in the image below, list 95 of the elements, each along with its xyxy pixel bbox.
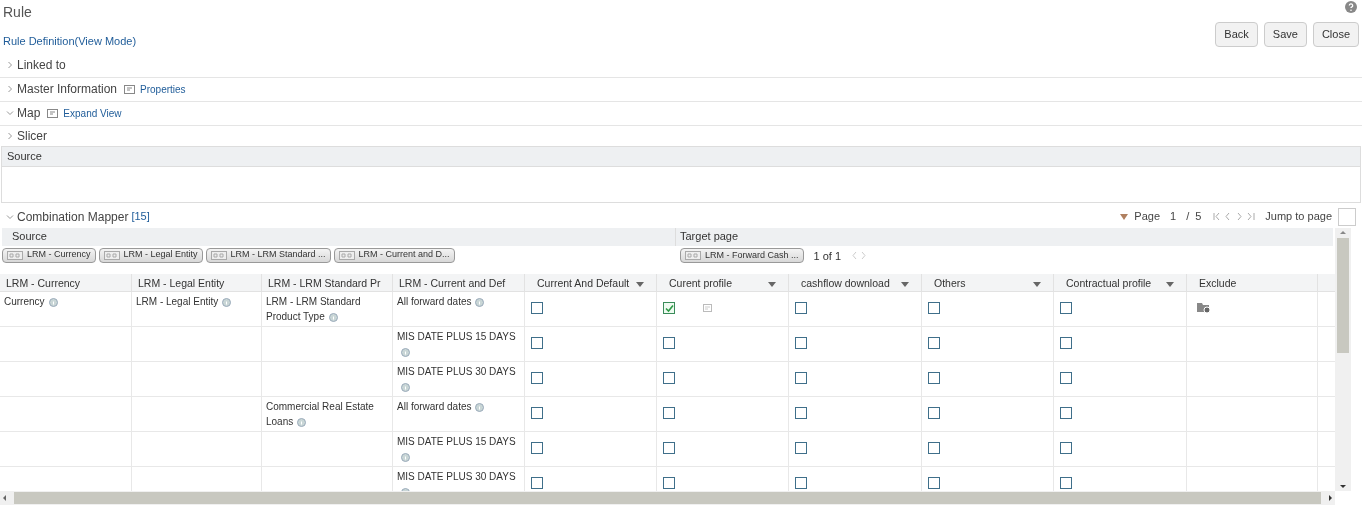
hierarchy-icon xyxy=(685,251,701,261)
column-header[interactable]: cashflow download xyxy=(801,275,890,292)
dropdown-icon[interactable] xyxy=(1033,281,1041,287)
table-cell: MIS DATE PLUS 15 DAYS xyxy=(397,329,520,360)
checkbox[interactable] xyxy=(795,407,807,420)
checkbox[interactable] xyxy=(1060,477,1072,490)
jump-input[interactable] xyxy=(1338,207,1356,226)
hierarchy-icon xyxy=(210,250,227,260)
toolbar-button[interactable]: Close xyxy=(1312,22,1359,47)
checkbox[interactable] xyxy=(795,477,807,490)
column-header[interactable]: LRM - Currency xyxy=(6,275,81,292)
help-icon[interactable] xyxy=(1345,1,1357,13)
column-header[interactable]: LRM - LRM Standard Pr xyxy=(268,275,381,292)
dimension-chip[interactable]: LRM - Legal Entity xyxy=(98,247,203,263)
section-link[interactable]: Properties xyxy=(124,81,186,97)
section-header[interactable]: Map xyxy=(17,104,41,122)
section-header[interactable]: Slicer xyxy=(17,126,47,145)
page-current: 1 xyxy=(1170,209,1177,225)
checkbox[interactable] xyxy=(795,337,807,350)
checkbox[interactable] xyxy=(531,477,543,490)
dropdown-icon[interactable] xyxy=(636,281,644,287)
column-header[interactable]: LRM - Current and Def xyxy=(399,275,506,292)
checkbox[interactable] xyxy=(1060,407,1072,420)
checkbox[interactable] xyxy=(795,372,807,385)
checkbox[interactable] xyxy=(928,337,940,350)
checkbox[interactable] xyxy=(1060,372,1072,385)
table-cell: MIS DATE PLUS 15 DAYS xyxy=(397,434,520,465)
checkbox[interactable] xyxy=(928,302,940,315)
page-separator: / xyxy=(1186,209,1190,225)
checkbox[interactable] xyxy=(795,302,807,315)
checkbox[interactable] xyxy=(663,407,675,420)
checkbox[interactable] xyxy=(1060,302,1072,315)
target-pager: 1 of 1 xyxy=(813,248,842,264)
folder-gear-icon[interactable] xyxy=(1197,302,1211,315)
page-total: 5 xyxy=(1195,209,1202,225)
checkbox[interactable] xyxy=(663,372,675,385)
checkbox[interactable] xyxy=(928,407,940,420)
mode-link[interactable]: Rule Definition(View Mode) xyxy=(3,33,137,50)
checkbox[interactable] xyxy=(928,442,940,455)
page-label: Page xyxy=(1134,209,1161,225)
checkbox[interactable] xyxy=(531,442,543,455)
table-cell-text: LRM - LRM Standard Product Type xyxy=(266,295,362,325)
checkbox[interactable] xyxy=(531,407,543,420)
hierarchy-icon xyxy=(103,250,120,260)
dimension-chip[interactable]: LRM - Forward Cash ... xyxy=(680,248,804,264)
window-icon[interactable] xyxy=(47,108,60,118)
dropdown-icon[interactable] xyxy=(768,281,776,287)
dimension-chip[interactable]: LRM - Currency xyxy=(2,247,96,263)
checkbox[interactable] xyxy=(531,337,543,350)
table-cell: All forward dates xyxy=(397,399,485,415)
panel-title: Source xyxy=(7,148,42,164)
dimension-chip[interactable]: LRM - Current and D... xyxy=(333,247,455,263)
checkbox[interactable] xyxy=(663,477,675,490)
table-cell: MIS DATE PLUS 30 DAYS xyxy=(397,364,520,395)
column-header[interactable]: LRM - Legal Entity xyxy=(138,275,225,292)
page-icon xyxy=(1120,213,1129,220)
table-cell-text: Commercial Real Estate Loans xyxy=(266,400,375,430)
dropdown-icon[interactable] xyxy=(1166,281,1174,287)
hierarchy-icon xyxy=(7,250,23,260)
checkbox[interactable] xyxy=(928,477,940,490)
column-header[interactable]: Exclude xyxy=(1199,275,1237,292)
checkbox[interactable] xyxy=(1060,442,1072,455)
dimension-chip[interactable]: LRM - LRM Standard ... xyxy=(205,247,331,263)
column-header[interactable]: Curent profile xyxy=(669,275,733,292)
hierarchy-icon xyxy=(338,250,355,260)
checkbox[interactable] xyxy=(928,372,940,385)
page-title: Rule xyxy=(3,3,33,22)
toolbar-button[interactable]: Back xyxy=(1215,22,1258,47)
section-link[interactable]: Expand View xyxy=(47,105,122,121)
window-icon[interactable] xyxy=(124,84,137,94)
dropdown-icon[interactable] xyxy=(901,281,909,287)
column-header[interactable]: Current And Default xyxy=(537,275,630,292)
checkbox[interactable] xyxy=(531,372,543,385)
checkbox[interactable] xyxy=(531,302,543,315)
column-header[interactable]: Contractual profile xyxy=(1066,275,1152,292)
toolbar-button[interactable]: Save xyxy=(1263,22,1307,47)
vertical-scrollbar[interactable] xyxy=(1335,227,1351,491)
table-cell: Currency xyxy=(4,294,58,310)
table-cell: All forward dates xyxy=(397,294,485,310)
checkbox[interactable] xyxy=(663,302,675,315)
section-header[interactable]: Linked to xyxy=(17,56,66,74)
table-cell: LRM - Legal Entity xyxy=(136,294,232,310)
checkbox[interactable] xyxy=(1060,337,1072,350)
jump-label: Jump to page xyxy=(1265,209,1332,225)
section-header[interactable]: Combination Mapper xyxy=(17,207,129,226)
checkbox[interactable] xyxy=(663,337,675,350)
section-header[interactable]: Master Information xyxy=(17,80,118,98)
checkbox[interactable] xyxy=(663,442,675,455)
target-label: Target page xyxy=(680,229,739,245)
horizontal-scrollbar[interactable] xyxy=(0,490,1335,505)
source-label: Source xyxy=(12,229,47,245)
checkbox[interactable] xyxy=(795,442,807,455)
column-header[interactable]: Others xyxy=(934,275,966,292)
record-count: [15] xyxy=(131,209,150,225)
table-cell: MIS DATE PLUS 30 DAYS xyxy=(397,469,520,491)
